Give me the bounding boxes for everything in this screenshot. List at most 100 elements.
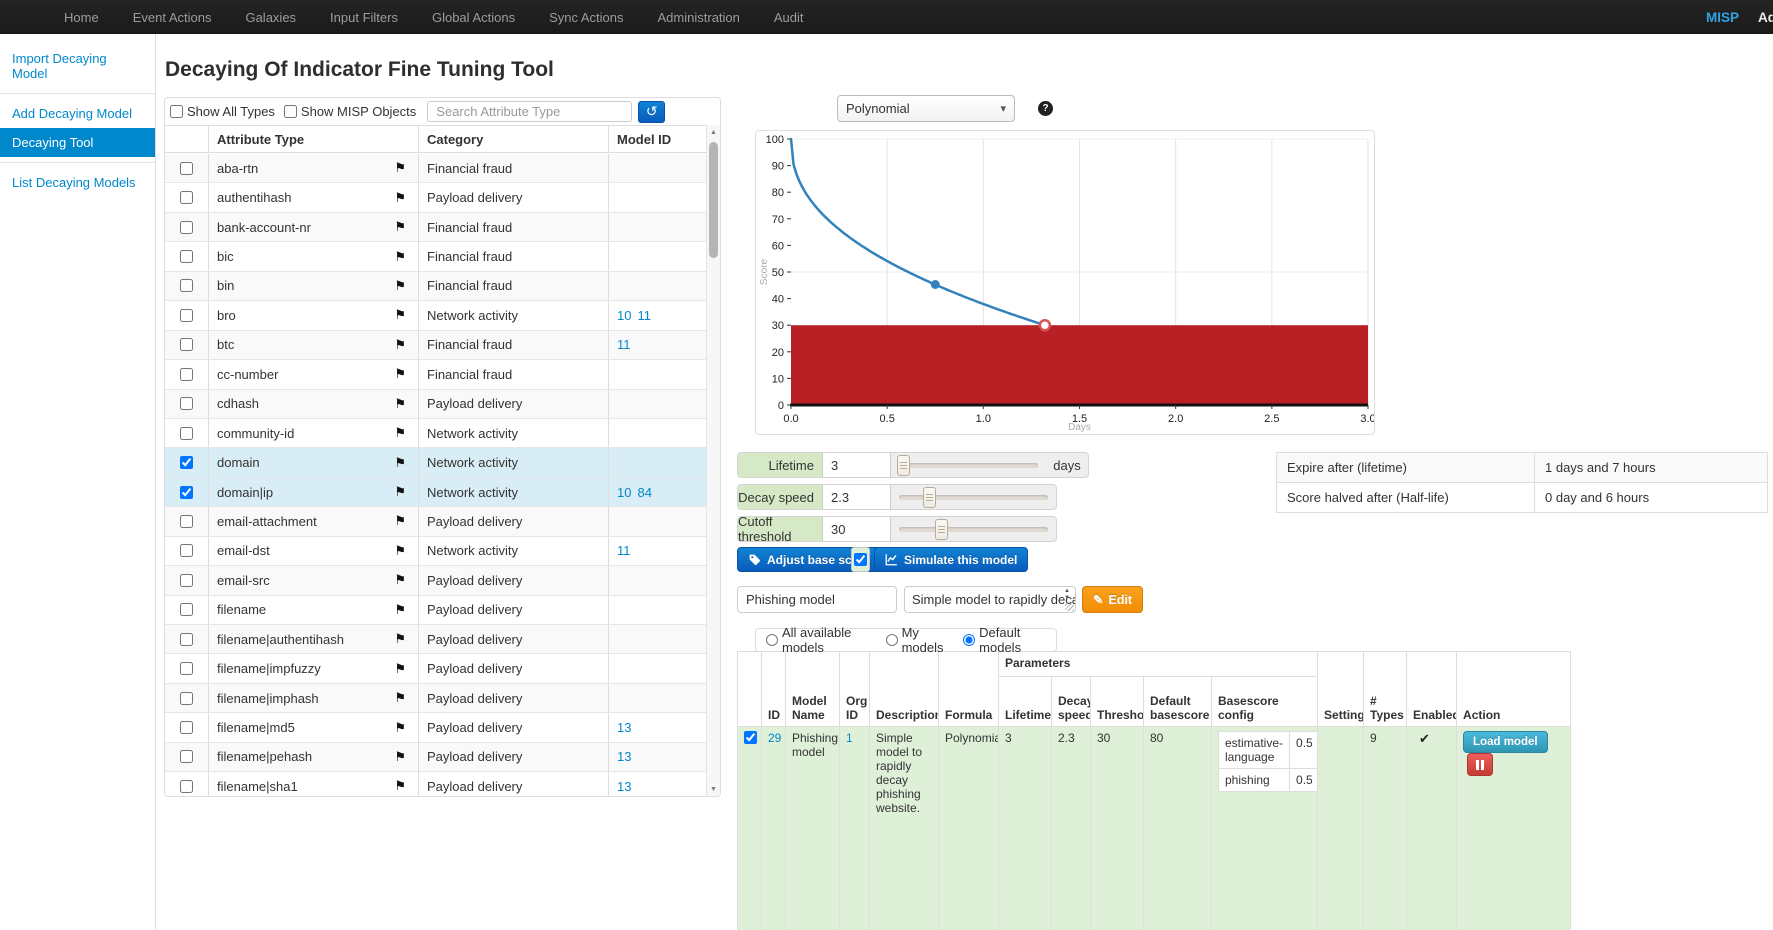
row-checkbox[interactable] — [180, 692, 193, 705]
table-row-filename-sha1[interactable]: filename|sha1⚑Payload delivery13 — [165, 772, 706, 796]
nav-user-link[interactable]: Admin — [1758, 0, 1773, 34]
model-id-link[interactable]: 11 — [617, 543, 631, 558]
org-id-link[interactable]: 1 — [846, 731, 853, 745]
row-checkbox[interactable] — [180, 162, 193, 175]
row-checkbox[interactable] — [180, 250, 193, 263]
slider-track[interactable] — [899, 495, 1048, 500]
table-row-filename[interactable]: filename⚑Payload delivery — [165, 596, 706, 625]
slider-handle[interactable] — [923, 487, 936, 508]
table-row-cdhash[interactable]: cdhash⚑Payload delivery — [165, 390, 706, 419]
row-checkbox[interactable] — [180, 603, 193, 616]
model-description-textarea[interactable]: Simple model to rapidly decay ▲ ▼ — [904, 586, 1076, 613]
model-id-link[interactable]: 13 — [617, 779, 631, 794]
misp-brand[interactable]: MISP — [1706, 0, 1739, 34]
slider[interactable] — [899, 453, 1038, 477]
row-checkbox[interactable] — [180, 338, 193, 351]
sidebar-item-add-decaying-model[interactable]: Add Decaying Model — [0, 99, 155, 128]
nav-item-event-actions[interactable]: Event Actions — [116, 0, 229, 34]
slider-handle[interactable] — [935, 519, 948, 540]
model-id-link[interactable]: 84 — [637, 485, 651, 500]
model-filter-my-models[interactable]: My models — [886, 625, 950, 655]
model-id-link[interactable]: 13 — [617, 749, 631, 764]
slider-value-input[interactable]: 3 — [823, 453, 891, 477]
sidebar-item-import-decaying-model[interactable]: Import Decaying Model — [0, 44, 155, 88]
sidebar-item-decaying-tool[interactable]: Decaying Tool — [0, 128, 155, 157]
table-row-filename-authentihash[interactable]: filename|authentihash⚑Payload delivery — [165, 625, 706, 654]
radio-input[interactable] — [963, 634, 975, 646]
slider-value-input[interactable]: 30 — [823, 517, 891, 541]
table-row-authentihash[interactable]: authentihash⚑Payload delivery — [165, 183, 706, 212]
row-checkbox[interactable] — [180, 486, 193, 499]
scroll-up-icon[interactable]: ▲ — [707, 125, 720, 139]
slider[interactable] — [899, 485, 1048, 509]
scrollbar-thumb[interactable] — [709, 142, 718, 258]
adjust-base-score-checkbox[interactable] — [854, 553, 867, 566]
nav-item-galaxies[interactable]: Galaxies — [228, 0, 313, 34]
table-row-community-id[interactable]: community-id⚑Network activity — [165, 419, 706, 448]
scroll-down-icon[interactable]: ▼ — [1064, 595, 1070, 601]
table-row-cc-number[interactable]: cc-number⚑Financial fraud — [165, 360, 706, 389]
table-row-domain[interactable]: domain⚑Network activity — [165, 448, 706, 477]
show-all-types-checkbox[interactable] — [170, 105, 183, 118]
curve-point-marker[interactable] — [931, 280, 940, 289]
nav-item-administration[interactable]: Administration — [641, 0, 757, 34]
model-id-link[interactable]: 13 — [617, 720, 631, 735]
table-row-filename-imphash[interactable]: filename|imphash⚑Payload delivery — [165, 684, 706, 713]
row-checkbox[interactable] — [180, 368, 193, 381]
row-checkbox[interactable] — [180, 427, 193, 440]
table-row-bin[interactable]: bin⚑Financial fraud — [165, 272, 706, 301]
table-row-email-src[interactable]: email-src⚑Payload delivery — [165, 566, 706, 595]
scrollbar[interactable]: ▲ ▼ — [706, 125, 720, 796]
table-row-aba-rtn[interactable]: aba-rtn⚑Financial fraud — [165, 154, 706, 183]
model-id-link[interactable]: 29 — [768, 731, 781, 745]
model-id-link[interactable]: 11 — [637, 308, 651, 323]
row-checkbox[interactable] — [180, 279, 193, 292]
table-row-btc[interactable]: btc⚑Financial fraud11 — [165, 331, 706, 360]
radio-input[interactable] — [766, 634, 778, 646]
table-row-domain-ip[interactable]: domain|ip⚑Network activity1084 — [165, 478, 706, 507]
help-icon[interactable]: ? — [1038, 101, 1053, 116]
row-checkbox[interactable] — [180, 780, 193, 793]
table-row-filename-impfuzzy[interactable]: filename|impfuzzy⚑Payload delivery — [165, 654, 706, 683]
model-id-link[interactable]: 10 — [617, 485, 631, 500]
table-row-email-dst[interactable]: email-dst⚑Network activity11 — [165, 537, 706, 566]
simulate-model-button[interactable]: Simulate this model — [874, 547, 1028, 572]
sidebar-item-list-decaying-models[interactable]: List Decaying Models — [0, 168, 155, 197]
slider[interactable] — [899, 517, 1048, 541]
model-name-input[interactable] — [737, 586, 897, 613]
row-checkbox[interactable] — [180, 397, 193, 410]
row-checkbox[interactable] — [180, 750, 193, 763]
show-misp-objects-toggle[interactable]: Show MISP Objects — [284, 104, 416, 119]
row-checkbox[interactable] — [180, 456, 193, 469]
load-model-button[interactable]: Load model — [1463, 731, 1548, 753]
radio-input[interactable] — [886, 634, 898, 646]
row-checkbox[interactable] — [180, 574, 193, 587]
edit-model-button[interactable]: ✎ Edit — [1082, 586, 1143, 613]
slider-handle[interactable] — [897, 455, 910, 476]
row-checkbox[interactable] — [180, 721, 193, 734]
table-row-filename-pehash[interactable]: filename|pehash⚑Payload delivery13 — [165, 743, 706, 772]
refresh-button[interactable]: ↺ — [638, 101, 665, 123]
textarea-scroll-icons[interactable]: ▲ ▼ — [1061, 588, 1073, 601]
model-filter-all-available-models[interactable]: All available models — [766, 625, 872, 655]
slider-track[interactable] — [899, 463, 1038, 468]
table-row-bro[interactable]: bro⚑Network activity1011 — [165, 301, 706, 330]
model-checkbox[interactable] — [744, 731, 757, 744]
threshold-endpoint-marker[interactable] — [1040, 320, 1050, 330]
table-row-email-attachment[interactable]: email-attachment⚑Payload delivery — [165, 507, 706, 536]
formula-select[interactable]: Polynomial ▾ — [837, 95, 1015, 122]
row-checkbox[interactable] — [180, 544, 193, 557]
nav-item-audit[interactable]: Audit — [757, 0, 821, 34]
row-checkbox[interactable] — [180, 662, 193, 675]
show-all-types-toggle[interactable]: Show All Types — [170, 104, 275, 119]
row-checkbox[interactable] — [180, 633, 193, 646]
row-checkbox[interactable] — [180, 191, 193, 204]
model-id-link[interactable]: 10 — [617, 308, 631, 323]
show-misp-objects-checkbox[interactable] — [284, 105, 297, 118]
nav-item-sync-actions[interactable]: Sync Actions — [532, 0, 640, 34]
table-row-bank-account-nr[interactable]: bank-account-nr⚑Financial fraud — [165, 213, 706, 242]
adjust-base-score-toggle[interactable] — [851, 547, 870, 572]
slider-track[interactable] — [899, 527, 1048, 532]
row-checkbox[interactable] — [180, 309, 193, 322]
model-filter-default-models[interactable]: Default models — [963, 625, 1046, 655]
